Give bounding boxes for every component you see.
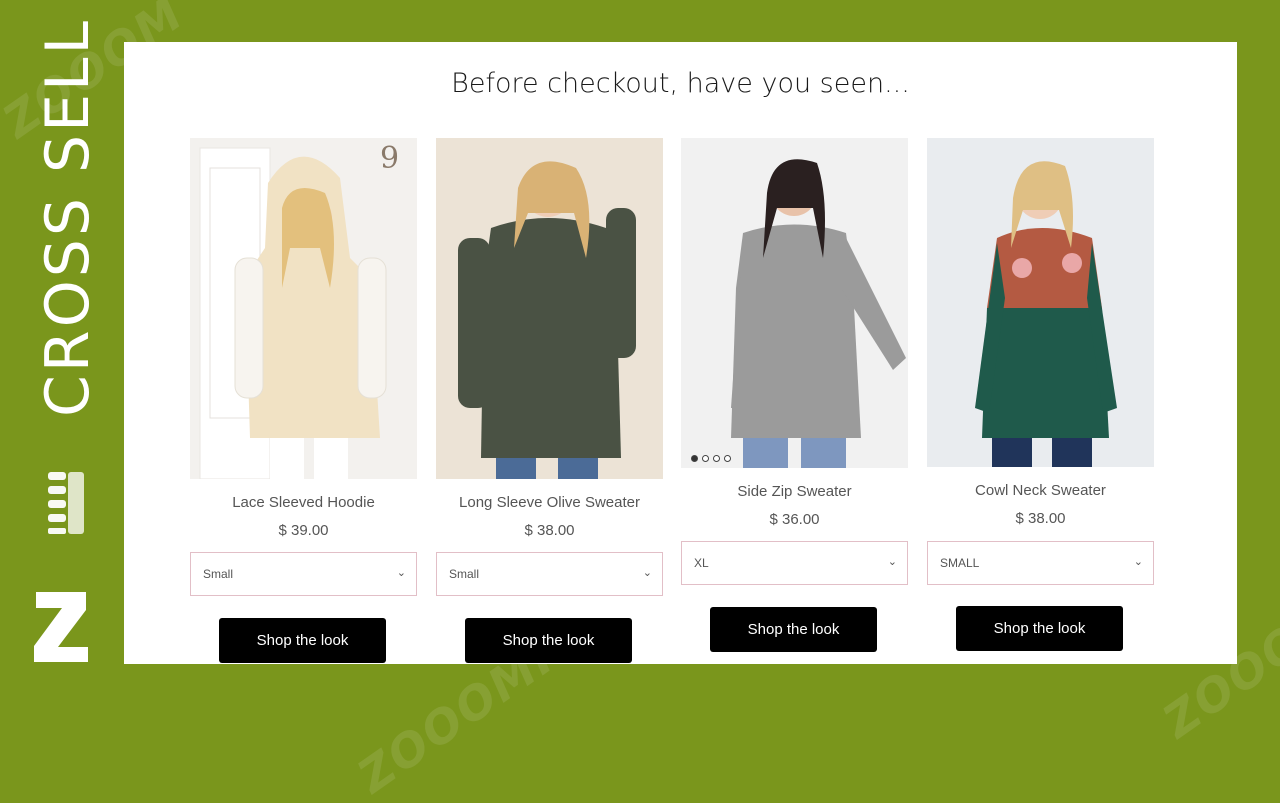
product-title[interactable]: Lace Sleeved Hoodie (190, 494, 417, 511)
product-price: $ 39.00 (278, 522, 329, 539)
size-select[interactable]: Small ⌄ (436, 552, 663, 596)
carousel-dot[interactable] (702, 455, 709, 462)
svg-text:9: 9 (380, 141, 399, 176)
size-select-value: XL (694, 556, 709, 570)
product-title[interactable]: Side Zip Sweater (681, 483, 908, 500)
size-select[interactable]: SMALL ⌄ (927, 541, 1154, 585)
product-image[interactable]: 9 (190, 138, 417, 479)
carousel-dot[interactable] (691, 455, 698, 462)
shop-the-look-button[interactable]: Shop the look (956, 606, 1123, 651)
shop-the-look-button[interactable]: Shop the look (465, 618, 632, 663)
product-price: $ 38.00 (1015, 510, 1066, 527)
product-image[interactable] (927, 138, 1154, 467)
cross-sell-panel: Before checkout, have you seen... 9 Lace… (124, 42, 1237, 664)
zooomit-logo (34, 472, 88, 662)
chevron-down-icon: ⌄ (1133, 556, 1143, 568)
product-title[interactable]: Long Sleeve Olive Sweater (436, 494, 663, 511)
chevron-down-icon: ⌄ (887, 556, 897, 568)
product-title[interactable]: Cowl Neck Sweater (927, 482, 1154, 499)
product-image[interactable] (436, 138, 663, 479)
page-title: Before checkout, have you seen... (451, 68, 910, 99)
carousel-dots[interactable] (691, 455, 731, 462)
chevron-down-icon: ⌄ (396, 567, 406, 579)
size-select-value: Small (203, 567, 234, 581)
product-image[interactable] (681, 138, 908, 468)
carousel-dot[interactable] (724, 455, 731, 462)
size-select[interactable]: XL ⌄ (681, 541, 908, 585)
shop-the-look-button[interactable]: Shop the look (710, 607, 877, 652)
product-price: $ 36.00 (769, 511, 820, 528)
size-select[interactable]: Small ⌄ (190, 552, 417, 596)
size-select-value: SMALL (940, 556, 980, 570)
size-select-value: Small (449, 567, 480, 581)
cross-sell-label: CROSS SELL (33, 18, 103, 417)
product-price: $ 38.00 (524, 522, 575, 539)
shop-the-look-button[interactable]: Shop the look (219, 618, 386, 663)
carousel-dot[interactable] (713, 455, 720, 462)
chevron-down-icon: ⌄ (642, 567, 652, 579)
